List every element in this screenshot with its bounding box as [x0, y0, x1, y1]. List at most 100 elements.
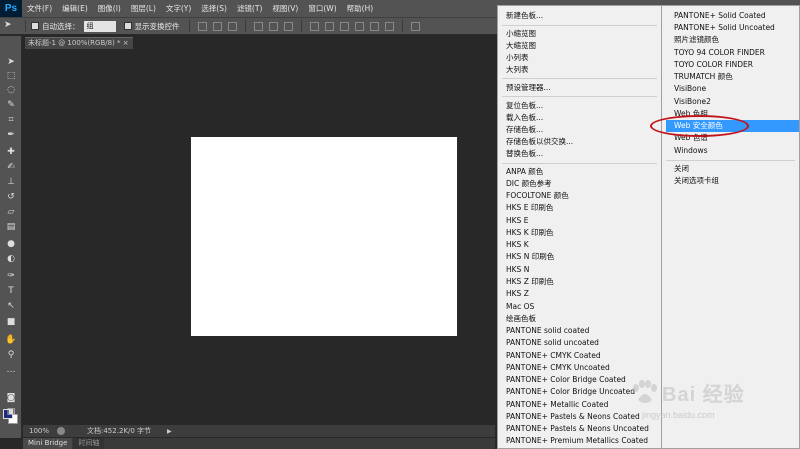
menu-item-swatch-library[interactable]: TOYO 94 COLOR FINDER: [674, 47, 795, 59]
eraser-tool-icon[interactable]: ▱: [5, 206, 17, 218]
menu-item-swatch-library[interactable]: PANTONE+ Premium Metallics Coated: [506, 435, 657, 447]
menu-item-load-swatches[interactable]: 载入色板...: [506, 112, 657, 124]
tab-timeline[interactable]: 时间轴: [73, 438, 105, 449]
align-center-icon[interactable]: [268, 21, 278, 31]
menu-item-replace-swatches[interactable]: 替换色板...: [506, 148, 657, 160]
menu-item-web-safe-colors[interactable]: Web 安全颜色: [666, 120, 799, 132]
eyedropper-tool-icon[interactable]: ✒: [5, 129, 17, 141]
menu-item-swatch-library[interactable]: 照片滤镜颜色: [674, 34, 795, 46]
menu-item-web-hues[interactable]: Web 色相: [674, 108, 795, 120]
menu-item-save-swatches[interactable]: 存储色板...: [506, 124, 657, 136]
menu-item-reset-swatches[interactable]: 复位色板...: [506, 100, 657, 112]
quick-mask-icon[interactable]: ◙: [5, 392, 17, 404]
distribute-center-icon[interactable]: [369, 21, 379, 31]
menu-item-swatch-library[interactable]: ANPA 颜色: [506, 166, 657, 178]
auto-select-dropdown[interactable]: 组: [83, 20, 116, 32]
menu-filter[interactable]: 滤镜(T): [232, 3, 267, 14]
menu-item-close-tab-group[interactable]: 关闭选项卡组: [674, 175, 795, 187]
menu-item-swatch-library[interactable]: PANTONE solid uncoated: [506, 337, 657, 349]
menu-item-swatch-library[interactable]: PANTONE solid coated: [506, 325, 657, 337]
menu-item-swatch-library[interactable]: VisiBone: [674, 83, 795, 95]
menu-item-swatch-library[interactable]: VisiBone2: [674, 96, 795, 108]
menu-select[interactable]: 选择(S): [196, 3, 232, 14]
menu-item-web-spectrum[interactable]: Web 色谱: [674, 132, 795, 144]
menu-item-small-list[interactable]: 小列表: [506, 52, 657, 64]
auto-align-icon[interactable]: [410, 21, 420, 31]
menu-window[interactable]: 窗口(W): [303, 3, 341, 14]
menu-item-new-swatch[interactable]: 新建色板...: [506, 10, 657, 22]
path-select-tool-icon[interactable]: ↖: [5, 300, 17, 312]
menu-item-swatch-library[interactable]: TRUMATCH 颜色: [674, 71, 795, 83]
menu-edit[interactable]: 编辑(E): [57, 3, 93, 14]
document-tab[interactable]: 未标题-1 @ 100%(RGB/8) * ×: [25, 37, 133, 49]
menu-item-large-list[interactable]: 大列表: [506, 64, 657, 76]
blur-tool-icon[interactable]: ●: [5, 238, 17, 250]
distribute-left-icon[interactable]: [354, 21, 364, 31]
status-info-icon[interactable]: [57, 427, 65, 435]
menu-item-swatch-library[interactable]: DIC 颜色参考: [506, 178, 657, 190]
auto-select-checkbox[interactable]: [31, 22, 39, 30]
menu-file[interactable]: 文件(F): [22, 3, 57, 14]
menu-item-swatch-library[interactable]: FOCOLTONE 颜色: [506, 190, 657, 202]
distribute-bottom-icon[interactable]: [339, 21, 349, 31]
menu-item-swatch-library[interactable]: HKS E 印刷色: [506, 202, 657, 214]
menu-item-swatch-library[interactable]: TOYO COLOR FINDER: [674, 59, 795, 71]
menu-item-swatch-library[interactable]: PANTONE+ Solid Uncoated: [674, 22, 795, 34]
more-tools-icon[interactable]: …: [5, 364, 17, 376]
menu-item-swatch-library[interactable]: PANTONE+ Solid Coated: [674, 10, 795, 22]
hand-tool-icon[interactable]: ✋: [5, 334, 17, 346]
menu-item-save-for-exchange[interactable]: 存储色板以供交换...: [506, 136, 657, 148]
menu-item-swatch-library[interactable]: HKS N 印刷色: [506, 251, 657, 263]
menu-item-swatch-library[interactable]: HKS Z 印刷色: [506, 276, 657, 288]
close-icon[interactable]: ×: [123, 39, 129, 47]
gradient-tool-icon[interactable]: ▤: [5, 221, 17, 233]
show-transform-checkbox[interactable]: [123, 22, 132, 30]
lasso-tool-icon[interactable]: ◌: [5, 84, 17, 96]
distribute-middle-icon[interactable]: [324, 21, 334, 31]
menu-item-swatch-library[interactable]: HKS N: [506, 264, 657, 276]
zoom-level[interactable]: 100%: [29, 427, 51, 435]
type-tool-icon[interactable]: T: [5, 285, 17, 297]
pen-tool-icon[interactable]: ✑: [5, 270, 17, 282]
crop-tool-icon[interactable]: ⌗: [5, 114, 17, 126]
menu-item-preset-manager[interactable]: 预设管理器...: [506, 82, 657, 94]
distribute-top-icon[interactable]: [309, 21, 319, 31]
menu-item-swatch-library[interactable]: HKS E: [506, 215, 657, 227]
brush-tool-icon[interactable]: ✍: [5, 161, 17, 173]
move-tool-icon[interactable]: ➤: [4, 20, 20, 32]
menu-item-swatch-library[interactable]: Mac OS: [506, 301, 657, 313]
dodge-tool-icon[interactable]: ◐: [5, 253, 17, 265]
quick-select-tool-icon[interactable]: ✎: [5, 99, 17, 111]
healing-brush-tool-icon[interactable]: ✚: [5, 146, 17, 158]
menu-item-close[interactable]: 关闭: [674, 163, 795, 175]
menu-item-swatch-library[interactable]: 绘画色板: [506, 313, 657, 325]
status-menu-arrow-icon[interactable]: ▶: [167, 428, 172, 435]
menu-item-small-thumbnail[interactable]: ✔小缩览图: [506, 28, 657, 40]
zoom-tool-icon[interactable]: ⚲: [5, 349, 17, 361]
canvas[interactable]: [191, 137, 457, 336]
menu-item-swatch-library[interactable]: PANTONE+ CMYK Uncoated: [506, 362, 657, 374]
menu-item-swatch-library[interactable]: PANTONE+ CMYK Coated: [506, 350, 657, 362]
menu-view[interactable]: 视图(V): [267, 3, 303, 14]
menu-item-windows[interactable]: Windows: [674, 145, 795, 157]
tab-mini-bridge[interactable]: Mini Bridge: [23, 438, 73, 449]
align-top-icon[interactable]: [197, 21, 207, 31]
distribute-right-icon[interactable]: [384, 21, 394, 31]
align-left-icon[interactable]: [253, 21, 263, 31]
clone-stamp-tool-icon[interactable]: ⊥: [5, 176, 17, 188]
align-middle-icon[interactable]: [212, 21, 222, 31]
menu-image[interactable]: 图像(I): [93, 3, 126, 14]
menu-item-swatch-library[interactable]: HKS K: [506, 239, 657, 251]
marquee-tool-icon[interactable]: ⬚: [5, 70, 17, 82]
menu-help[interactable]: 帮助(H): [342, 3, 379, 14]
screen-mode-icon[interactable]: ▣: [5, 406, 17, 418]
menu-item-swatch-library[interactable]: HKS Z: [506, 288, 657, 300]
menu-type[interactable]: 文字(Y): [161, 3, 196, 14]
menu-item-swatch-library[interactable]: HKS K 印刷色: [506, 227, 657, 239]
menu-item-large-thumbnail[interactable]: 大缩览图: [506, 40, 657, 52]
rectangle-tool-icon[interactable]: ■: [5, 316, 17, 328]
history-brush-tool-icon[interactable]: ↺: [5, 191, 17, 203]
align-bottom-icon[interactable]: [227, 21, 237, 31]
align-right-icon[interactable]: [283, 21, 293, 31]
menu-layer[interactable]: 图层(L): [126, 3, 161, 14]
